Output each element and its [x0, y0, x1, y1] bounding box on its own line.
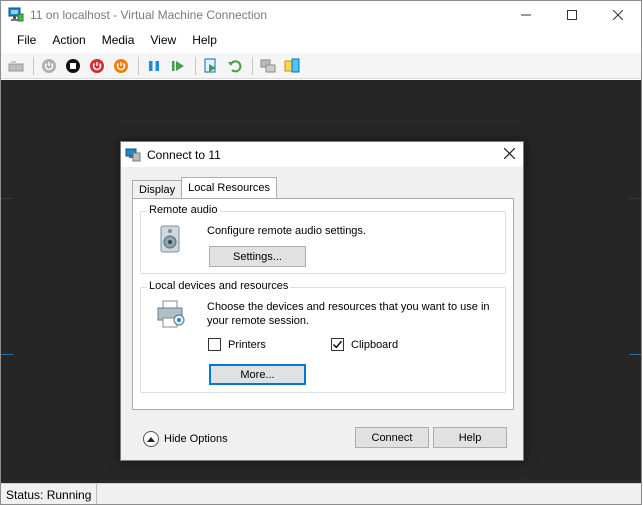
- local-resources-panel: Remote audio Configure remote audio sett…: [132, 198, 514, 410]
- help-button[interactable]: Help: [433, 427, 507, 448]
- shut-down-icon: [90, 58, 104, 73]
- local-devices-description-line1: Choose the devices and resources that yo…: [207, 301, 490, 313]
- status-text: Status: Running: [1, 484, 98, 504]
- close-icon: [613, 10, 623, 20]
- share-icon: [284, 58, 300, 72]
- close-icon: [503, 147, 516, 160]
- hide-options-label: Hide Options: [164, 433, 228, 445]
- maximize-button[interactable]: [549, 1, 595, 29]
- share-button[interactable]: [281, 55, 303, 77]
- menu-file[interactable]: File: [9, 33, 44, 47]
- menu-view[interactable]: View: [142, 33, 184, 47]
- clipboard-checkbox[interactable]: Clipboard: [331, 338, 398, 351]
- connect-dialog: Connect to 11 Display Local Resources Re…: [120, 141, 524, 461]
- speaker-icon: [160, 225, 180, 253]
- local-devices-description-line2: your remote session.: [207, 315, 310, 327]
- minimize-icon: [521, 14, 531, 16]
- shut-down-button[interactable]: [86, 55, 108, 77]
- resume-button[interactable]: [167, 55, 189, 77]
- maximize-icon: [567, 10, 577, 20]
- printers-label: Printers: [228, 338, 266, 351]
- vm-artifact: [629, 354, 641, 355]
- tab-local-resources[interactable]: Local Resources: [181, 177, 278, 198]
- checkpoint-button[interactable]: [200, 55, 222, 77]
- menu-help[interactable]: Help: [184, 33, 225, 47]
- remote-audio-description: Configure remote audio settings.: [207, 225, 366, 237]
- dialog-close-button[interactable]: [503, 146, 516, 163]
- menu-bar: File Action Media View Help: [1, 29, 641, 51]
- toolbar-separator: [252, 56, 253, 75]
- vm-connection-window: 11 on localhost - Virtual Machine Connec…: [0, 0, 642, 505]
- turn-off-button[interactable]: [62, 55, 84, 77]
- save-button[interactable]: [110, 55, 132, 77]
- toolbar-separator: [33, 56, 34, 75]
- pause-button[interactable]: [143, 55, 165, 77]
- dialog-tabs: Display Local Resources: [132, 177, 278, 198]
- vm-connection-icon: [8, 7, 24, 22]
- start-icon: [42, 58, 56, 73]
- local-devices-group: Local devices and resources Choose the d…: [140, 280, 506, 393]
- clipboard-checkbox-box[interactable]: [331, 338, 344, 351]
- connect-button[interactable]: Connect: [355, 427, 429, 448]
- printers-checkbox[interactable]: Printers: [208, 338, 266, 351]
- tab-display[interactable]: Display: [132, 180, 183, 198]
- checkmark-icon: [333, 340, 343, 349]
- ctrl-alt-del-icon: [8, 60, 24, 71]
- devices-icon: [157, 300, 185, 328]
- menu-action[interactable]: Action: [44, 33, 93, 47]
- vm-artifact: [1, 354, 13, 355]
- toolbar-separator: [195, 56, 196, 75]
- pause-icon: [149, 60, 159, 71]
- title-bar[interactable]: 11 on localhost - Virtual Machine Connec…: [1, 1, 641, 29]
- turn-off-icon: [66, 58, 80, 73]
- hide-options-toggle[interactable]: Hide Options: [143, 431, 228, 447]
- save-icon: [114, 58, 128, 73]
- dialog-title-bar[interactable]: Connect to 11: [121, 142, 523, 167]
- toolbar-separator: [138, 56, 139, 75]
- remote-audio-label: Remote audio: [147, 204, 220, 216]
- close-button[interactable]: [595, 1, 641, 29]
- remote-audio-group: Remote audio Configure remote audio sett…: [140, 204, 506, 274]
- local-devices-label: Local devices and resources: [147, 280, 291, 292]
- printers-checkbox-box[interactable]: [208, 338, 221, 351]
- resume-icon: [172, 60, 184, 71]
- enhanced-session-button[interactable]: [257, 55, 279, 77]
- checkpoint-icon: [204, 58, 216, 72]
- window-title: 11 on localhost - Virtual Machine Connec…: [30, 8, 268, 22]
- dialog-title: Connect to 11: [147, 147, 221, 162]
- remote-desktop-icon: [125, 148, 141, 161]
- clipboard-label: Clipboard: [351, 338, 399, 351]
- ctrl-alt-del-button[interactable]: [5, 55, 27, 77]
- vm-artifact: [1, 198, 13, 199]
- revert-icon: [228, 59, 242, 72]
- collapse-arrow-icon: [143, 431, 159, 447]
- enhanced-session-icon: [260, 59, 276, 72]
- start-button[interactable]: [38, 55, 60, 77]
- toolbar: [1, 53, 641, 79]
- settings-button[interactable]: Settings...: [209, 246, 306, 267]
- status-bar: Status: Running: [1, 483, 641, 504]
- menu-media[interactable]: Media: [94, 33, 143, 47]
- minimize-button[interactable]: [503, 1, 549, 29]
- more-button[interactable]: More...: [209, 364, 306, 385]
- vm-artifact: [629, 198, 641, 199]
- revert-button[interactable]: [224, 55, 246, 77]
